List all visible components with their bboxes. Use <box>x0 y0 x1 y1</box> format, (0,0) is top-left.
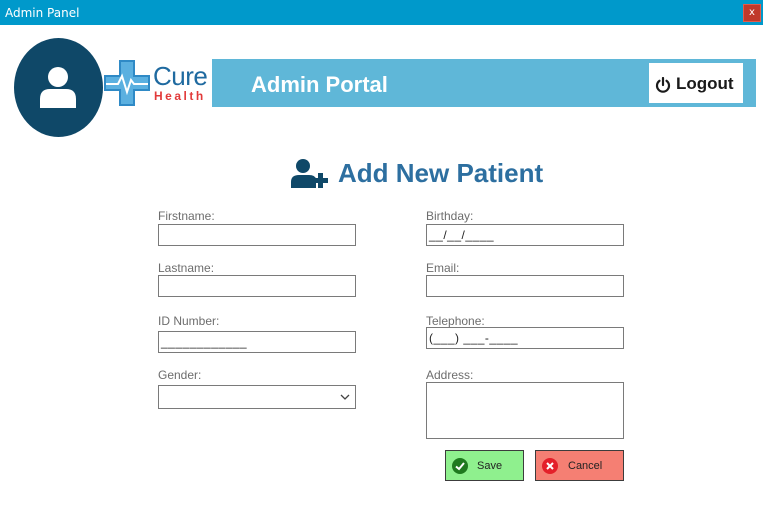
x-circle-icon <box>542 458 558 474</box>
save-label: Save <box>477 460 503 472</box>
lastname-input[interactable] <box>158 275 356 297</box>
address-label: Address: <box>426 368 474 382</box>
close-button[interactable]: x <box>743 4 761 22</box>
brand-logo: Cure Health <box>104 60 212 108</box>
telephone-label: Telephone: <box>426 314 485 328</box>
email-input[interactable] <box>426 275 624 297</box>
avatar <box>14 38 103 137</box>
gender-label: Gender: <box>158 368 202 382</box>
cancel-label: Cancel <box>568 460 603 472</box>
logo-main-text: Cure <box>153 61 208 91</box>
gender-select[interactable] <box>158 385 356 409</box>
chevron-down-icon <box>340 394 350 400</box>
logout-button[interactable]: Logout <box>649 63 743 103</box>
telephone-input[interactable]: (___) ___-____ <box>426 327 624 349</box>
birthday-input[interactable]: __/__/____ <box>426 224 624 246</box>
save-button[interactable]: Save <box>445 450 524 481</box>
user-plus-icon <box>291 159 328 188</box>
medical-cross-icon <box>104 60 150 106</box>
check-circle-icon <box>452 458 468 474</box>
firstname-input[interactable] <box>158 224 356 246</box>
birthday-label: Birthday: <box>426 209 474 223</box>
firstname-label: Firstname: <box>158 209 215 223</box>
form-heading: Add New Patient <box>291 155 581 191</box>
lastname-label: Lastname: <box>158 261 215 275</box>
power-icon <box>655 77 671 93</box>
header-band: Admin Portal Logout <box>212 59 756 107</box>
id-number-label: ID Number: <box>158 314 220 328</box>
logout-label: Logout <box>676 74 734 93</box>
logo-sub-text: Health <box>154 89 206 103</box>
address-textarea[interactable] <box>426 382 624 439</box>
window-title: Admin Panel <box>5 6 80 20</box>
form-title: Add New Patient <box>338 158 544 188</box>
cancel-button[interactable]: Cancel <box>535 450 624 481</box>
email-label: Email: <box>426 261 460 275</box>
page-title: Admin Portal <box>251 72 388 97</box>
user-icon <box>40 67 76 108</box>
window-titlebar: Admin Panel x <box>0 0 763 25</box>
id-number-input[interactable]: ____________ <box>158 331 356 353</box>
